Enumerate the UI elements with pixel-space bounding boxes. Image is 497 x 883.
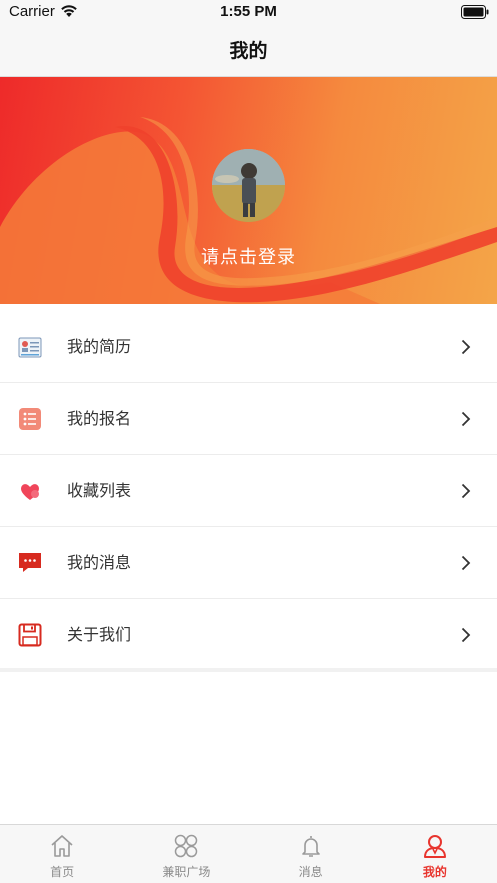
battery-icon <box>461 5 489 19</box>
status-bar: Carrier 1:55 PM <box>0 0 497 26</box>
tab-home[interactable]: 首页 <box>0 825 124 883</box>
tab-bar: 首页 兼职广场 消息 我的 <box>0 824 497 883</box>
tab-label: 兼职广场 <box>162 865 211 879</box>
tab-messages[interactable]: 消息 <box>249 825 373 883</box>
list-icon <box>19 408 41 430</box>
tab-label: 消息 <box>298 865 323 879</box>
navigation-bar: 我的 <box>0 26 497 77</box>
bell-icon <box>301 836 320 857</box>
menu-item-messages[interactable]: 我的消息 <box>0 527 497 599</box>
menu-item-applications[interactable]: 我的报名 <box>0 383 497 455</box>
page-title: 我的 <box>229 40 268 62</box>
menu-divider <box>0 668 497 672</box>
chevron-right-icon <box>461 555 471 571</box>
avatar[interactable] <box>212 149 285 222</box>
login-prompt[interactable]: 请点击登录 <box>0 243 497 269</box>
home-icon <box>51 835 73 857</box>
tab-label: 首页 <box>50 865 75 879</box>
grid-icon <box>175 834 198 858</box>
menu-item-label: 关于我们 <box>67 625 132 644</box>
chevron-right-icon <box>461 411 471 427</box>
menu-item-label: 我的消息 <box>67 553 132 572</box>
chevron-right-icon <box>461 339 471 355</box>
menu-item-label: 我的简历 <box>67 337 132 356</box>
tab-label: 我的 <box>422 865 447 879</box>
profile-header: 请点击登录 <box>0 77 497 304</box>
clock: 1:55 PM <box>220 3 277 20</box>
user-icon <box>423 835 446 858</box>
avatar-illustration <box>212 149 285 222</box>
chevron-right-icon <box>461 627 471 643</box>
menu-item-resume[interactable]: 我的简历 <box>0 311 497 383</box>
heart-icon <box>21 484 39 500</box>
menu-item-label: 我的报名 <box>67 409 132 428</box>
menu-item-label: 收藏列表 <box>67 481 132 500</box>
chevron-right-icon <box>461 483 471 499</box>
menu-list: 我的简历 我的报名 收藏列表 我的消息 关于我们 <box>0 311 497 671</box>
chat-icon <box>19 553 41 572</box>
save-icon <box>18 623 42 647</box>
resume-icon <box>18 337 42 358</box>
tab-mine[interactable]: 我的 <box>373 825 497 883</box>
menu-item-favorites[interactable]: 收藏列表 <box>0 455 497 527</box>
menu-item-about[interactable]: 关于我们 <box>0 599 497 671</box>
tab-jobs-square[interactable]: 兼职广场 <box>124 825 248 883</box>
